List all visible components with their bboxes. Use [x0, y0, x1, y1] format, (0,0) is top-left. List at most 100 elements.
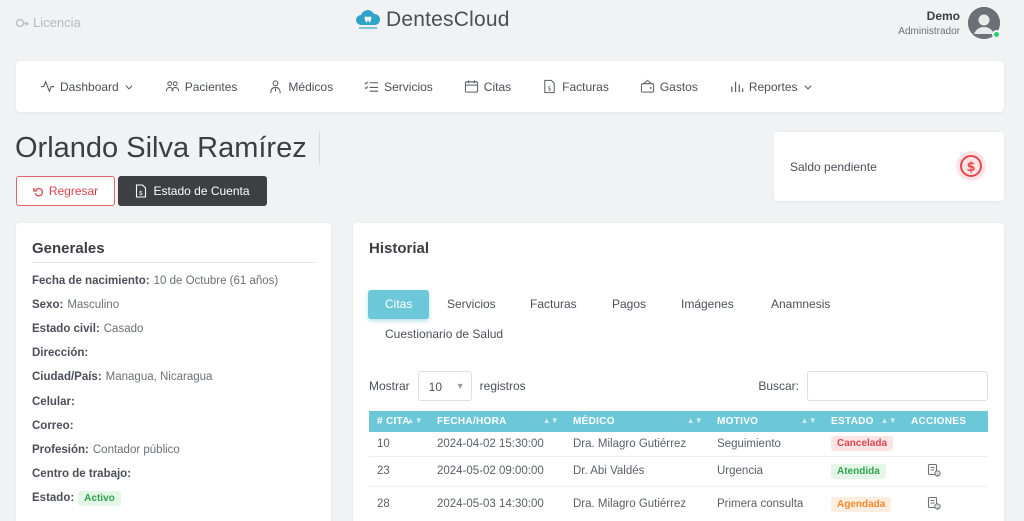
- nav-item-citas[interactable]: Citas: [464, 79, 511, 94]
- avatar[interactable]: [968, 7, 1001, 39]
- field-civil-status: Estado civil: Casado: [32, 323, 143, 335]
- page-length-select[interactable]: 10 ▼: [417, 371, 472, 401]
- wallet-icon: [640, 79, 654, 93]
- column-header-id[interactable]: # CITA ▲▼: [369, 411, 429, 432]
- online-status-dot: [992, 30, 1001, 39]
- table-search: Buscar:: [758, 371, 988, 401]
- status-badge: Cancelada: [831, 436, 894, 452]
- chevron-down-icon: [125, 84, 133, 90]
- column-header-reason[interactable]: MOTIVO ▲▼: [709, 411, 823, 432]
- tab-imagenes[interactable]: Imágenes: [664, 290, 751, 319]
- tab-servicios[interactable]: Servicios: [430, 290, 513, 319]
- field-label: Estado civil:: [32, 323, 100, 335]
- column-header-doctor[interactable]: MÉDICO ▲▼: [565, 411, 709, 432]
- cell-date: 2024-05-02 09:00:00: [429, 456, 565, 487]
- invoice-action-icon[interactable]: $: [927, 496, 941, 510]
- field-label: Celular:: [32, 396, 75, 408]
- field-status: Estado: Activo: [32, 491, 121, 506]
- sort-icon: ▲▼: [800, 416, 817, 425]
- field-sex: Sexo: Masculino: [32, 299, 119, 311]
- search-input[interactable]: [807, 371, 988, 401]
- table-row: 10 2024-04-02 15:30:00 Dra. Milagro Guti…: [369, 432, 988, 457]
- tab-citas[interactable]: Citas: [368, 290, 430, 319]
- cell-doctor: Dra. Milagro Gutiérrez: [565, 432, 709, 457]
- nav-label: Dashboard: [60, 79, 119, 94]
- nav-label: Servicios: [384, 79, 433, 94]
- cell-status: Atendida: [823, 456, 903, 487]
- field-address: Dirección:: [32, 347, 92, 359]
- nav-item-pacientes[interactable]: Pacientes: [165, 79, 237, 94]
- top-bar: Licencia DentesCloud Demo Administrador: [0, 0, 1024, 48]
- sort-icon: ▲▼: [406, 416, 423, 425]
- cell-id: 23: [369, 456, 429, 487]
- nav-item-gastos[interactable]: Gastos: [640, 79, 698, 94]
- history-card: Historial Citas Servicios Facturas Pagos…: [353, 223, 1004, 521]
- nav-label: Reportes: [748, 79, 798, 94]
- invoice-action-icon[interactable]: $: [927, 463, 941, 477]
- chevron-down-icon: ▼: [455, 381, 465, 391]
- field-value: 10 de Octubre (61 años): [153, 275, 279, 287]
- search-label: Buscar:: [758, 379, 799, 393]
- field-mobile: Celular:: [32, 396, 79, 408]
- field-value: Contador público: [92, 444, 180, 456]
- user-role: Administrador: [898, 26, 960, 37]
- general-info-card: Generales Fecha de nacimiento: 10 de Octu…: [16, 223, 331, 521]
- back-button-label: Regresar: [48, 184, 99, 198]
- app-logo[interactable]: DentesCloud: [354, 8, 510, 32]
- activity-icon: [40, 80, 55, 93]
- field-birthdate: Fecha de nacimiento: 10 de Octubre (61 añ…: [32, 275, 278, 287]
- nav-item-facturas[interactable]: $ Facturas: [542, 79, 609, 94]
- logo-text: DentesCloud: [386, 8, 510, 31]
- tab-anamnesis[interactable]: Anamnesis: [754, 290, 847, 319]
- invoice-icon: $: [544, 79, 555, 94]
- field-label: Correo:: [32, 420, 74, 432]
- nav-item-dashboard[interactable]: Dashboard: [40, 79, 134, 94]
- dollar-circle-icon: $: [956, 151, 986, 181]
- table-header-row: # CITA ▲▼ FECHA/HORA ▲▼ MÉDICO ▲▼ MOTIVO ▲▼ …: [369, 411, 988, 432]
- cell-reason: Urgencia: [709, 456, 823, 487]
- cell-actions: $: [903, 486, 988, 521]
- nav-item-medicos[interactable]: Médicos: [268, 79, 333, 94]
- balance-card: Saldo pendiente $: [774, 132, 1004, 201]
- nav-label: Facturas: [562, 79, 609, 94]
- column-header-status[interactable]: ESTADO ▲▼: [823, 411, 903, 432]
- column-header-actions: ACCIONES: [903, 411, 988, 432]
- cell-id: 28: [369, 486, 429, 521]
- svg-text:$: $: [966, 160, 975, 175]
- doctor-icon: [270, 80, 282, 94]
- account-statement-button[interactable]: $ Estado de Cuenta: [118, 176, 267, 206]
- show-label: Mostrar: [369, 379, 410, 393]
- nav-item-reportes[interactable]: Reportes: [729, 79, 813, 94]
- svg-text:$: $: [936, 504, 939, 510]
- field-value: Managua, Nicaragua: [105, 371, 213, 383]
- user-menu[interactable]: Demo Administrador: [898, 7, 1001, 39]
- license-link[interactable]: Licencia: [15, 15, 81, 30]
- status-badge: Atendida: [831, 463, 886, 479]
- nav-label: Médicos: [288, 79, 334, 94]
- nav-item-servicios[interactable]: Servicios: [364, 79, 433, 94]
- field-label: Estado:: [32, 492, 75, 504]
- field-city-country: Ciudad/País: Managua, Nicaragua: [32, 371, 212, 383]
- table-row: 23 2024-05-02 09:00:00 Dr. Abi Valdés Ur…: [369, 456, 988, 487]
- undo-icon: [33, 187, 43, 196]
- tab-cuestionario-salud[interactable]: Cuestionario de Salud: [368, 320, 520, 349]
- page-length-value: 10: [428, 380, 443, 394]
- cell-date: 2024-05-03 14:30:00: [429, 486, 565, 521]
- user-name: Demo: [926, 9, 960, 23]
- users-icon: [165, 81, 179, 92]
- back-button[interactable]: Regresar: [16, 176, 115, 206]
- column-header-label: # CITA: [377, 416, 410, 427]
- chevron-down-icon: [804, 84, 812, 90]
- invoice-icon: $: [136, 184, 147, 198]
- balance-label: Saldo pendiente: [790, 160, 877, 174]
- cell-reason: Seguimiento: [709, 432, 823, 457]
- records-label: registros: [479, 379, 526, 393]
- field-label: Sexo:: [32, 299, 64, 311]
- nav-label: Gastos: [659, 79, 698, 94]
- tab-pagos[interactable]: Pagos: [595, 290, 663, 319]
- column-header-date[interactable]: FECHA/HORA ▲▼: [429, 411, 565, 432]
- tab-facturas[interactable]: Facturas: [513, 290, 594, 319]
- field-label: Centro de trabajo:: [32, 468, 132, 480]
- cell-doctor: Dr. Abi Valdés: [565, 456, 709, 487]
- general-info-title: Generales: [32, 240, 105, 257]
